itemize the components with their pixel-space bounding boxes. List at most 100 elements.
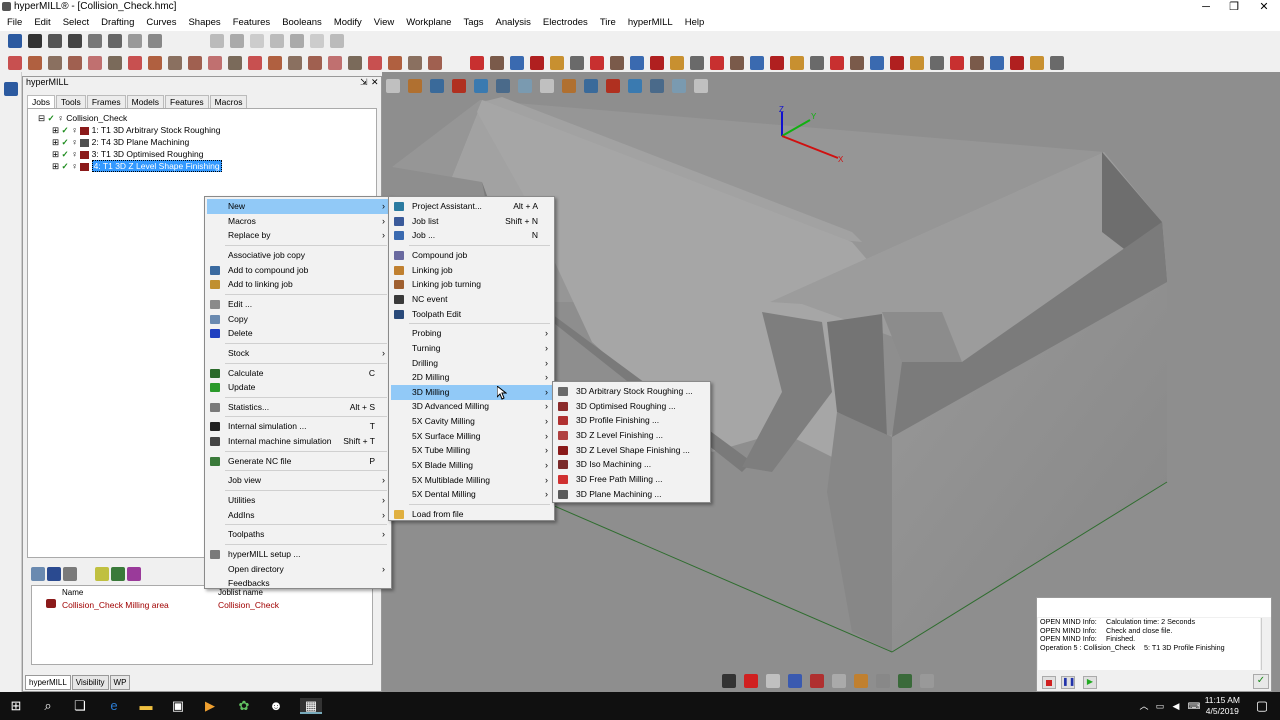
wireframe-view-icon[interactable] [330,34,344,48]
list-filter-icon[interactable] [111,567,125,581]
cad-tool-icon[interactable] [810,56,824,70]
submenu-item-drilling[interactable]: Drilling › [391,356,552,371]
cad-tool-icon[interactable] [530,56,544,70]
view-tool-icon[interactable] [694,79,708,93]
cad-tool-icon[interactable] [590,56,604,70]
submenu-item-5x-cavity-milling[interactable]: 5X Cavity Milling › [391,414,552,429]
cad-tool-icon[interactable] [730,56,744,70]
list-filter-icon[interactable] [127,567,141,581]
bottom-tab-visibility[interactable]: Visibility [71,675,109,690]
start-icon[interactable]: ⊞ [8,698,24,714]
milling-item-3d-profile-finishing[interactable]: 3D Profile Finishing ... [555,413,708,428]
sim-tool-icon[interactable] [810,674,824,688]
submenu-item-5x-multiblade-milling[interactable]: 5X Multiblade Milling › [391,473,552,488]
cad-tool-icon[interactable] [1050,56,1064,70]
milling-item-3d-free-path-milling[interactable]: 3D Free Path Milling ... [555,472,708,487]
tree-job-item[interactable]: ⊞ ✓ ♀ 4: T1 3D Z Level Shape Finishing [52,160,222,172]
tree-job-item[interactable]: ⊞ ✓ ♀ 2: T4 3D Plane Machining [52,136,189,148]
app-icon-green[interactable]: ✿ [236,698,252,714]
cad-tool-icon[interactable] [970,56,984,70]
milling-item-3d-iso-machining[interactable]: 3D Iso Machining ... [555,457,708,472]
menu-tags[interactable]: Tags [456,14,488,31]
log-scrollbar[interactable] [1261,618,1271,670]
cad-tool-icon[interactable] [1030,56,1044,70]
search-icon[interactable]: ⌕ [40,698,56,714]
menu-analysis[interactable]: Analysis [489,14,536,31]
view-cube-icon[interactable] [108,34,122,48]
hypermill-taskbar-icon[interactable]: ▦ [300,698,322,714]
pause-button[interactable]: ❚❚ [1061,676,1075,689]
cad-tool-icon[interactable] [790,56,804,70]
view-tool-icon[interactable] [386,79,400,93]
menu-booleans[interactable]: Booleans [275,14,327,31]
cad-tool-icon[interactable] [570,56,584,70]
cad-tool-icon[interactable] [870,56,884,70]
menu-item-internal-machine-simulation[interactable]: Internal machine simulation Shift + T [207,434,389,449]
wireframe-view-icon[interactable] [250,34,264,48]
sim-tool-icon[interactable] [788,674,802,688]
menu-file[interactable]: File [0,14,27,31]
cad-tool-icon[interactable] [830,56,844,70]
view-tool-icon[interactable] [650,79,664,93]
play-button[interactable]: ▶ [1083,676,1097,689]
view-tool-icon[interactable] [452,79,466,93]
volume-icon[interactable]: ◀ [1168,698,1184,714]
submenu-item-5x-surface-milling[interactable]: 5X Surface Milling › [391,429,552,444]
drafting-tool-icon[interactable] [48,56,62,70]
menu-item-new[interactable]: New › [207,199,389,214]
menu-item-internal-simulation[interactable]: Internal simulation ... T [207,419,389,434]
view-cube-icon[interactable] [48,34,62,48]
minimize-button[interactable]: ─ [1192,0,1220,14]
drafting-tool-icon[interactable] [208,56,222,70]
view-tool-icon[interactable] [496,79,510,93]
submenu-item-turning[interactable]: Turning › [391,341,552,356]
cad-tool-icon[interactable] [650,56,664,70]
drafting-tool-icon[interactable] [288,56,302,70]
edge-icon[interactable]: e [106,698,122,714]
menu-item-job-view[interactable]: Job view › [207,473,389,488]
submenu-item-3d-milling[interactable]: 3D Milling › [391,384,552,400]
cad-tool-icon[interactable] [470,56,484,70]
close-panel-icon[interactable]: ✕ [371,77,379,88]
cad-tool-icon[interactable] [510,56,524,70]
drafting-tool-icon[interactable] [228,56,242,70]
submenu-item-load-from-file[interactable]: Load from file [391,507,552,522]
menu-tire[interactable]: Tire [593,14,621,31]
milling-item-3d-arbitrary-stock-roughing[interactable]: 3D Arbitrary Stock Roughing ... [555,384,708,399]
tab-models[interactable]: Models [126,95,165,108]
tree-job-item[interactable]: ⊞ ✓ ♀ 1: T1 3D Arbitrary Stock Roughing [52,124,220,136]
list-tool-icon[interactable] [47,567,61,581]
view-tool-icon[interactable] [628,79,642,93]
view-cube-icon[interactable] [8,34,22,48]
maximize-button[interactable]: ❐ [1220,0,1248,14]
menu-edit[interactable]: Edit [27,14,55,31]
pin-icon[interactable]: ⇲ [360,77,368,88]
cad-tool-icon[interactable] [850,56,864,70]
view-tool-icon[interactable] [474,79,488,93]
tab-frames[interactable]: Frames [86,95,126,108]
wireframe-view-icon[interactable] [270,34,284,48]
tab-jobs[interactable]: Jobs [27,95,55,108]
cad-tool-icon[interactable] [750,56,764,70]
menu-item-stock[interactable]: Stock › [207,346,389,361]
sidebar-tool-icon[interactable] [4,82,18,96]
drafting-tool-icon[interactable] [388,56,402,70]
view-tool-icon[interactable] [408,79,422,93]
sim-tool-icon[interactable] [898,674,912,688]
view-cube-icon[interactable] [28,34,42,48]
menu-workplane[interactable]: Workplane [399,14,456,31]
cad-tool-icon[interactable] [910,56,924,70]
list-tool-icon[interactable] [63,567,77,581]
cad-tool-icon[interactable] [630,56,644,70]
menu-item-feedbacks[interactable]: Feedbacks [207,576,389,591]
sim-tool-icon[interactable] [920,674,934,688]
store-icon[interactable]: ▣ [170,698,186,714]
list-row-name[interactable]: Collision_Check Milling area [62,600,169,610]
drafting-tool-icon[interactable] [368,56,382,70]
cad-tool-icon[interactable] [550,56,564,70]
file-explorer-icon[interactable]: ▬ [138,698,154,714]
view-tool-icon[interactable] [430,79,444,93]
submenu-item-probing[interactable]: Probing › [391,326,552,341]
drafting-tool-icon[interactable] [68,56,82,70]
cad-tool-icon[interactable] [770,56,784,70]
